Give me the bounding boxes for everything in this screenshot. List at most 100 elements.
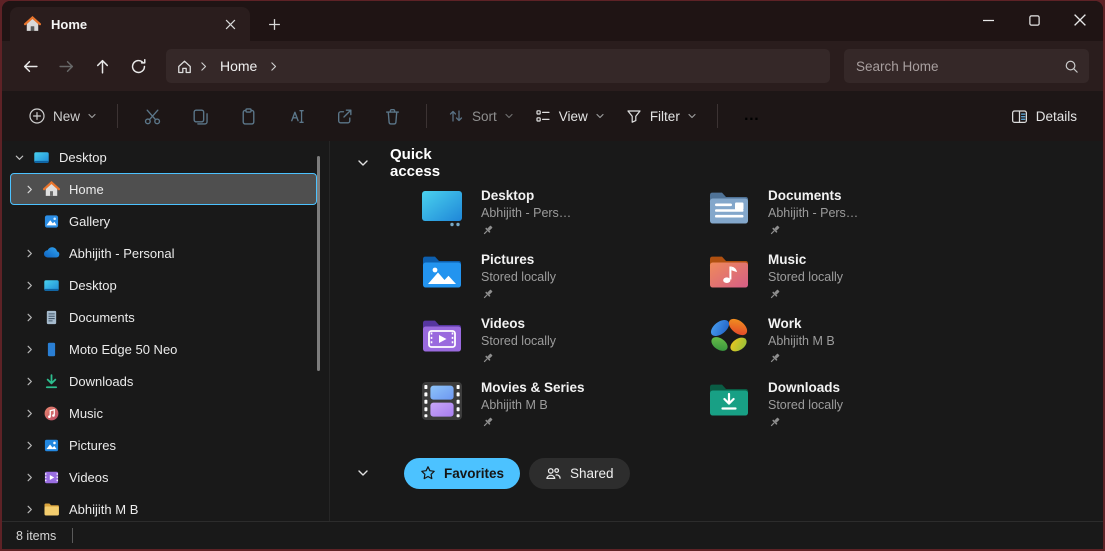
title-bar: Home <box>2 1 1103 41</box>
chevron-down-icon[interactable] <box>354 156 372 170</box>
tile-title: Work <box>768 316 835 331</box>
pin-icon <box>481 352 556 365</box>
tile-pictures[interactable]: Pictures Stored locally <box>421 251 708 315</box>
chevron-right-icon <box>197 60 210 73</box>
chevron-right-icon[interactable] <box>21 504 37 515</box>
toolbar-separator <box>717 104 718 128</box>
breadcrumb-home-icon[interactable] <box>176 58 193 75</box>
shared-pill[interactable]: Shared <box>529 458 630 489</box>
details-button[interactable]: Details <box>1000 98 1087 134</box>
view-button[interactable]: View <box>524 98 615 134</box>
paste-icon <box>239 107 258 126</box>
status-separator <box>72 528 73 543</box>
sidebar-item-moto-edge[interactable]: Moto Edge 50 Neo <box>10 333 317 365</box>
tile-title: Videos <box>481 316 556 331</box>
tile-documents[interactable]: Documents Abhijith - Pers… <box>708 187 995 251</box>
close-button[interactable] <box>1057 1 1103 39</box>
shared-pill-label: Shared <box>570 466 614 481</box>
status-bar: 8 items <box>2 521 1103 549</box>
chevron-down-icon[interactable] <box>354 466 372 480</box>
sidebar-item-home[interactable]: Home <box>10 173 317 205</box>
sidebar-item-label: Home <box>69 182 104 197</box>
tab-close-icon[interactable] <box>218 12 242 36</box>
delete-button[interactable] <box>371 98 413 134</box>
pin-icon <box>768 352 835 365</box>
desktop-folder-icon <box>421 189 463 231</box>
tile-subtitle: Stored locally <box>768 398 843 412</box>
chevron-right-icon[interactable] <box>267 60 280 73</box>
sidebar-item-onedrive-personal[interactable]: Abhijith - Personal <box>10 237 317 269</box>
sidebar-item-videos[interactable]: Videos <box>10 461 317 493</box>
sidebar-item-music[interactable]: Music <box>10 397 317 429</box>
chevron-right-icon[interactable] <box>21 184 37 195</box>
chevron-right-icon[interactable] <box>21 344 37 355</box>
rename-button[interactable] <box>275 98 317 134</box>
sidebar-item-abhijith-folder[interactable]: Abhijith M B <box>10 493 317 521</box>
chevron-down-icon[interactable] <box>11 152 27 163</box>
forward-button[interactable] <box>48 49 84 83</box>
sidebar-item-label: Music <box>69 406 103 421</box>
sidebar-item-label: Abhijith - Personal <box>69 246 175 261</box>
paste-button[interactable] <box>227 98 269 134</box>
breadcrumb-segment-home[interactable]: Home <box>214 58 263 74</box>
minimize-button[interactable] <box>965 1 1011 39</box>
sidebar-item-pictures[interactable]: Pictures <box>10 429 317 461</box>
new-button[interactable]: New <box>18 98 107 134</box>
chevron-right-icon[interactable] <box>21 312 37 323</box>
see-more-button[interactable]: … <box>731 98 773 134</box>
chevron-right-icon[interactable] <box>21 408 37 419</box>
search-input[interactable] <box>856 59 1064 74</box>
chevron-down-icon <box>87 111 97 121</box>
chevron-right-icon[interactable] <box>21 280 37 291</box>
sidebar-item-documents[interactable]: Documents <box>10 301 317 333</box>
arrow-right-icon <box>58 58 75 75</box>
tab-home[interactable]: Home <box>10 7 250 41</box>
tile-desktop[interactable]: Desktop Abhijith - Pers… <box>421 187 708 251</box>
sidebar-item-desktop-root[interactable]: Desktop <box>10 141 317 173</box>
back-button[interactable] <box>12 49 48 83</box>
sidebar-item-desktop[interactable]: Desktop <box>10 269 317 301</box>
up-button[interactable] <box>84 49 120 83</box>
address-bar[interactable]: Home <box>166 49 830 83</box>
home-icon <box>43 181 60 198</box>
search-icon[interactable] <box>1064 59 1079 74</box>
phone-icon <box>43 341 60 358</box>
new-tab-button[interactable] <box>260 11 288 37</box>
sidebar-item-downloads[interactable]: Downloads <box>10 365 317 397</box>
arrow-left-icon <box>22 58 39 75</box>
favorites-pill-label: Favorites <box>444 466 504 481</box>
favorites-pill[interactable]: Favorites <box>404 458 520 489</box>
tile-videos[interactable]: Videos Stored locally <box>421 315 708 379</box>
share-button[interactable] <box>323 98 365 134</box>
chevron-right-icon[interactable] <box>21 440 37 451</box>
chevron-right-icon[interactable] <box>21 248 37 259</box>
scissors-icon <box>143 107 162 126</box>
music-folder-icon <box>708 253 750 295</box>
chevron-right-icon[interactable] <box>21 376 37 387</box>
sidebar-item-gallery[interactable]: Gallery <box>10 205 317 237</box>
maximize-button[interactable] <box>1011 1 1057 39</box>
tile-music[interactable]: Music Stored locally <box>708 251 995 315</box>
copy-button[interactable] <box>179 98 221 134</box>
sidebar-scrollbar[interactable] <box>317 156 320 371</box>
downloads-folder-icon <box>708 381 750 423</box>
download-arrow-icon <box>43 373 60 390</box>
pin-icon <box>768 416 843 429</box>
navigation-pane: Desktop Home <box>2 141 330 521</box>
details-button-label: Details <box>1036 109 1077 124</box>
tile-movies-series[interactable]: Movies & Series Abhijith M B <box>421 379 708 443</box>
tile-downloads[interactable]: Downloads Stored locally <box>708 379 995 443</box>
home-icon <box>24 16 41 33</box>
chevron-right-icon[interactable] <box>21 472 37 483</box>
trash-icon <box>383 107 402 126</box>
sort-button[interactable]: Sort <box>437 98 524 134</box>
tile-title: Movies & Series <box>481 380 585 395</box>
refresh-button[interactable] <box>120 49 156 83</box>
sidebar-item-label: Videos <box>69 470 109 485</box>
details-pane-icon <box>1010 107 1029 126</box>
filter-button[interactable]: Filter <box>615 98 707 134</box>
tile-work[interactable]: Work Abhijith M B <box>708 315 995 379</box>
share-icon <box>335 107 354 126</box>
cut-button[interactable] <box>131 98 173 134</box>
sidebar-item-label: Desktop <box>69 278 117 293</box>
